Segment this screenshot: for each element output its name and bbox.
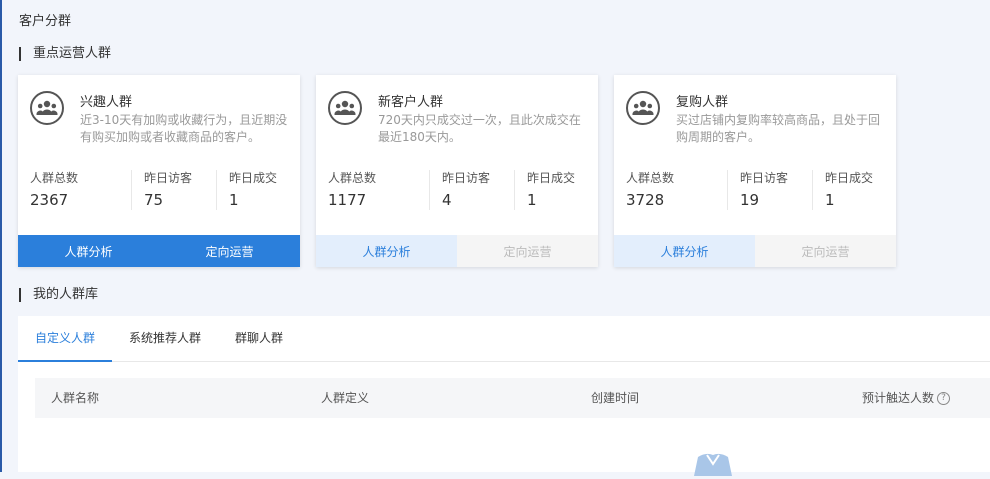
left-edge-bar	[0, 0, 2, 472]
question-icon[interactable]: ?	[937, 392, 951, 405]
stat-label: 人群总数	[30, 171, 79, 185]
column-header-created: 创建时间	[591, 391, 640, 405]
crowd-name: 兴趣人群	[80, 95, 133, 110]
table-header: 人群名称 人群定义 创建时间 预计触达人数?	[35, 378, 990, 418]
crowd-analysis-button[interactable]: 人群分析	[614, 235, 755, 267]
column-header-definition: 人群定义	[321, 391, 370, 405]
stat-value: 4	[442, 191, 452, 209]
targeted-operation-button[interactable]: 定向运营	[159, 235, 300, 267]
stat-label: 昨日访客	[144, 171, 193, 185]
stat-total: 人群总数 1177	[316, 170, 429, 210]
targeted-operation-button: 定向运营	[755, 235, 896, 267]
stat-deals: 昨日成交 1	[216, 170, 300, 210]
stat-label: 昨日访客	[740, 171, 789, 185]
empty-state-icon	[688, 452, 738, 476]
stat-visitors: 昨日访客 19	[727, 170, 812, 210]
stat-total: 人群总数 2367	[18, 170, 131, 210]
stat-value: 2367	[30, 191, 69, 209]
crowd-description: 买过店铺内复购率较高商品，且处于回购周期的客户。	[676, 113, 881, 144]
crowd-stats: 人群总数 1177 昨日访客 4 昨日成交 1	[316, 170, 598, 210]
crowd-card-repurchase: 复购人群 买过店铺内复购率较高商品，且处于回购周期的客户。 人群总数 3728 昨…	[614, 75, 896, 267]
stat-label: 人群总数	[626, 171, 675, 185]
crowd-name: 复购人群	[676, 95, 729, 110]
stat-deals: 昨日成交 1	[514, 170, 598, 210]
tab-bar: 自定义人群 系统推荐人群 群聊人群	[18, 316, 990, 362]
page-title: 客户分群	[19, 14, 72, 29]
stat-value: 1	[229, 191, 239, 209]
targeted-operation-button: 定向运营	[457, 235, 598, 267]
group-users-icon	[328, 91, 362, 125]
stat-value: 1	[527, 191, 537, 209]
crowd-analysis-button[interactable]: 人群分析	[316, 235, 457, 267]
stat-label: 昨日成交	[527, 171, 576, 185]
stat-total: 人群总数 3728	[614, 170, 727, 210]
stat-label: 昨日成交	[229, 171, 278, 185]
tab-system-recommended[interactable]: 系统推荐人群	[112, 316, 218, 361]
stat-visitors: 昨日访客 4	[429, 170, 514, 210]
crowd-stats: 人群总数 3728 昨日访客 19 昨日成交 1	[614, 170, 896, 210]
crowd-card-new-customer: 新客户人群 720天内只成交过一次，且此次成交在最近180天内。 人群总数 117…	[316, 75, 598, 267]
stat-label: 昨日访客	[442, 171, 491, 185]
crowd-stats: 人群总数 2367 昨日访客 75 昨日成交 1	[18, 170, 300, 210]
section-title-focus: 重点运营人群	[19, 47, 111, 61]
column-header-reach-label: 预计触达人数	[862, 391, 935, 405]
stat-label: 人群总数	[328, 171, 377, 185]
crowd-description: 近3-10天有加购或收藏行为，且近期没有购买加购或者收藏商品的客户。	[80, 113, 288, 144]
crowd-description: 720天内只成交过一次，且此次成交在最近180天内。	[378, 113, 581, 144]
stat-value: 19	[740, 191, 760, 209]
stat-visitors: 昨日访客 75	[131, 170, 216, 210]
group-users-icon	[30, 91, 64, 125]
stat-value: 75	[144, 191, 164, 209]
crowd-card-interest: 兴趣人群 近3-10天有加购或收藏行为，且近期没有购买加购或者收藏商品的客户。 …	[18, 75, 300, 267]
column-header-reach: 预计触达人数?	[862, 378, 951, 418]
stat-deals: 昨日成交 1	[812, 170, 896, 210]
section-title-library: 我的人群库	[19, 288, 98, 302]
tab-group-chat-crowd[interactable]: 群聊人群	[218, 316, 300, 361]
tab-custom-crowd[interactable]: 自定义人群	[18, 316, 113, 362]
group-users-icon	[626, 91, 660, 125]
stat-label: 昨日成交	[825, 171, 874, 185]
crowd-name: 新客户人群	[378, 95, 444, 110]
stat-value: 1	[825, 191, 835, 209]
column-header-name: 人群名称	[51, 391, 100, 405]
stat-value: 1177	[328, 191, 367, 209]
stat-value: 3728	[626, 191, 665, 209]
crowd-analysis-button[interactable]: 人群分析	[18, 235, 159, 267]
crowd-library-panel: 自定义人群 系统推荐人群 群聊人群 人群名称 人群定义 创建时间 预计触达人数?	[18, 316, 990, 476]
